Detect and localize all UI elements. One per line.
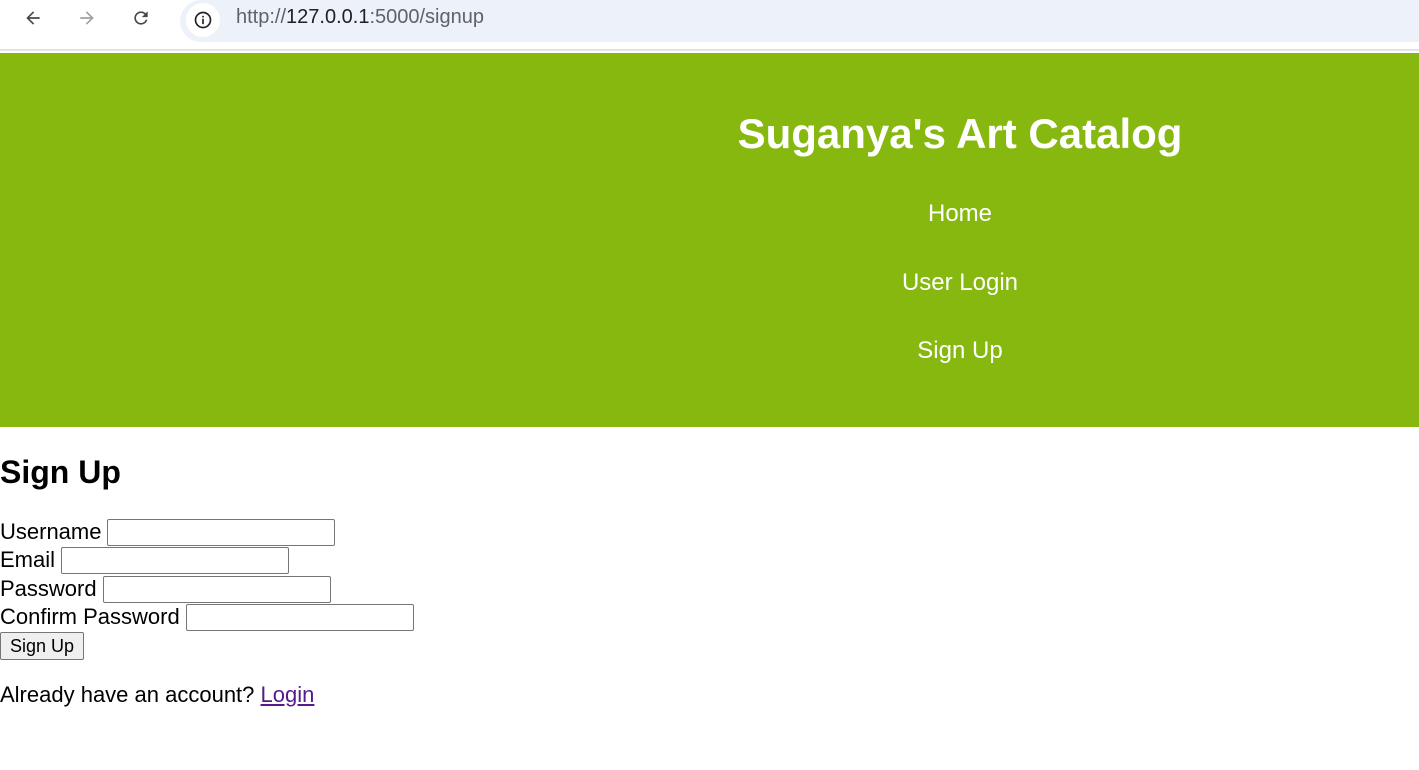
site-info-button[interactable]: [186, 3, 220, 37]
forward-button[interactable]: [71, 2, 103, 34]
confirm-password-label: Confirm Password: [0, 604, 180, 629]
username-label: Username: [0, 519, 102, 544]
nav-link-user-login[interactable]: User Login: [500, 269, 1419, 297]
login-link[interactable]: Login: [261, 682, 315, 707]
login-prompt: Already have an account? Login: [0, 682, 314, 708]
email-label: Email: [0, 547, 56, 572]
url-scheme: http://: [236, 6, 287, 28]
url-host: 127.0.0.1: [286, 6, 370, 28]
info-icon: [194, 11, 212, 29]
email-row: Email: [0, 546, 290, 574]
site-title: Suganya's Art Catalog: [737, 110, 1183, 157]
site-header: Suganya's Art Catalog Home User Login Si…: [0, 53, 1419, 427]
password-label: Password: [0, 576, 97, 601]
login-prompt-text: Already have an account?: [0, 682, 255, 707]
back-arrow-icon: [26, 11, 40, 25]
confirm-password-row: Confirm Password: [0, 603, 414, 631]
back-button[interactable]: [17, 2, 49, 34]
page-heading: Sign Up: [0, 454, 121, 490]
username-input[interactable]: [107, 518, 336, 546]
nav-link-home[interactable]: Home: [500, 200, 1419, 228]
sign-up-submit-button[interactable]: Sign Up: [0, 632, 85, 660]
password-row: Password: [0, 575, 331, 603]
address-bar[interactable]: http://127.0.0.1:5000/signup: [180, 0, 1419, 42]
password-input[interactable]: [102, 575, 331, 603]
username-row: Username: [0, 518, 336, 546]
forward-arrow-icon: [80, 11, 94, 25]
browser-toolbar: http://127.0.0.1:5000/signup: [0, 0, 1419, 51]
url-path: :5000/signup: [369, 6, 484, 28]
url-text[interactable]: http://127.0.0.1:5000/signup: [236, 6, 484, 28]
reload-button[interactable]: [125, 2, 157, 34]
reload-icon: [134, 11, 148, 25]
confirm-password-input[interactable]: [185, 603, 414, 631]
email-input[interactable]: [61, 546, 290, 574]
nav-link-sign-up[interactable]: Sign Up: [500, 337, 1419, 365]
